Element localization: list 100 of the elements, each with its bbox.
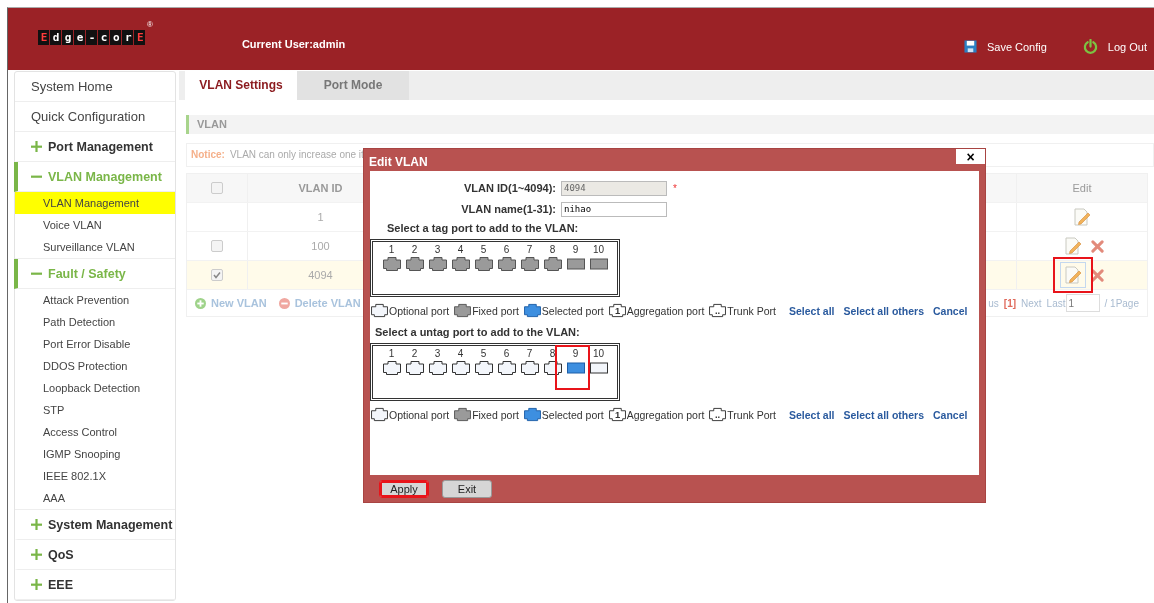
current-page: [1] (1003, 297, 1017, 309)
sidebar-group[interactable]: EEE (14, 570, 175, 600)
table-cell: 1 (317, 211, 324, 223)
input-field[interactable]: nihao (561, 201, 667, 217)
port-number: 1 (388, 348, 395, 360)
sidebar-item[interactable]: Quick Configuration (15, 102, 175, 132)
fixed-port-icon (453, 303, 473, 318)
port-number: 8 (549, 244, 556, 256)
ethernet-port-icon[interactable] (519, 360, 540, 376)
page-input[interactable]: 1 (1065, 294, 1100, 312)
legend-label: Selected port (541, 408, 604, 421)
fiber-port-icon[interactable] (588, 360, 609, 376)
sidebar-subitem[interactable]: Loopback Detection (15, 377, 175, 399)
plus-icon (31, 519, 42, 530)
sidebar-group[interactable]: System Management (14, 510, 175, 540)
legend-label: Aggregation port (626, 304, 705, 317)
selected-port-icon (522, 407, 542, 422)
ethernet-port-icon[interactable] (519, 256, 540, 272)
checkbox[interactable] (211, 182, 223, 194)
legend-label: Trunk Port (727, 408, 776, 421)
sidebar-group[interactable]: QoS (14, 540, 175, 570)
port-number: 5 (480, 348, 487, 360)
port-number: 10 (592, 244, 605, 256)
dialog-button[interactable]: Apply (379, 479, 429, 498)
dialog-title: Edit VLAN (369, 154, 428, 169)
legend-label: Fixed port (472, 408, 519, 421)
page-total: / 1Page (1104, 297, 1139, 309)
trunk-port-icon: .. (708, 303, 728, 318)
close-button[interactable]: × (956, 149, 985, 164)
ethernet-port-icon[interactable] (496, 360, 517, 376)
sidebar-subitem[interactable]: AAA (15, 487, 175, 509)
port-number: 9 (572, 244, 579, 256)
port-number: 6 (503, 348, 510, 360)
ethernet-port-icon[interactable] (542, 256, 563, 272)
notice-label: Notice: (191, 148, 225, 162)
sidebar-subitem[interactable]: DDOS Protection (15, 355, 175, 377)
port-number: 5 (480, 244, 487, 256)
selection-link[interactable]: Select all others (843, 408, 925, 421)
port-number: 3 (434, 348, 441, 360)
fiber-port-icon[interactable] (565, 360, 586, 376)
plus-icon (31, 549, 42, 560)
header-action[interactable]: Save Config (963, 39, 1047, 54)
header-action[interactable]: Log Out (1082, 39, 1147, 54)
ethernet-port-icon[interactable] (381, 360, 402, 376)
section-header: VLAN (186, 115, 1154, 134)
column-header: Edit (1016, 174, 1147, 202)
port-number: 1 (388, 244, 395, 256)
sidebar-subitem[interactable]: Attack Prevention (15, 289, 175, 311)
sidebar-subitem[interactable]: Path Detection (15, 311, 175, 333)
selection-link[interactable]: Cancel (933, 408, 968, 421)
sidebar-subitem[interactable]: Access Control (15, 421, 175, 443)
table-cell: 100 (311, 240, 330, 252)
ethernet-port-icon[interactable] (427, 256, 448, 272)
sidebar-subitem[interactable]: IEEE 802.1X (15, 465, 175, 487)
sidebar-subitem[interactable]: Surveillance VLAN (15, 236, 175, 258)
port-number: 4 (457, 244, 464, 256)
plus-circle-icon (195, 297, 206, 309)
ethernet-port-icon[interactable] (450, 360, 471, 376)
port-number: 8 (549, 348, 556, 360)
fiber-port-icon[interactable] (588, 256, 609, 272)
sidebar-subitem[interactable]: STP (15, 399, 175, 421)
tab[interactable]: Port Mode (297, 71, 409, 100)
dialog-button[interactable]: Exit (442, 479, 492, 498)
fixed-port-icon (453, 407, 473, 422)
selection-link[interactable]: Select all (788, 408, 835, 421)
sidebar-subitem[interactable]: Port Error Disable (15, 333, 175, 355)
ethernet-port-icon[interactable] (427, 360, 448, 376)
power-icon (1082, 39, 1098, 54)
field-label: VLAN name(1-31): (460, 203, 556, 215)
selection-link[interactable]: Cancel (933, 304, 968, 317)
selected-port-icon (522, 303, 542, 318)
ethernet-port-icon[interactable] (381, 256, 402, 272)
checkbox[interactable] (211, 240, 223, 252)
selection-link[interactable]: Select all (788, 304, 835, 317)
ethernet-port-icon[interactable] (473, 360, 494, 376)
legend-label: Fixed port (472, 304, 519, 317)
legend-label: Optional port (389, 304, 450, 317)
port-number: 10 (592, 348, 605, 360)
sidebar-subitem[interactable]: Voice VLAN (15, 214, 175, 236)
fiber-port-icon[interactable] (565, 256, 586, 272)
current-user-label: Current User:admin (241, 38, 346, 50)
ethernet-port-icon[interactable] (450, 256, 471, 272)
port-number: 6 (503, 244, 510, 256)
selection-link[interactable]: Select all others (843, 304, 925, 317)
sidebar-subitem[interactable]: IGMP Snooping (15, 443, 175, 465)
port-number: 9 (572, 348, 579, 360)
delete-icon[interactable] (1090, 239, 1104, 253)
ethernet-port-icon[interactable] (404, 360, 425, 376)
sidebar-item[interactable]: System Home (15, 72, 175, 102)
sidebar-subitem[interactable]: VLAN Management (15, 192, 175, 214)
delete-icon[interactable] (1090, 268, 1104, 282)
checkbox[interactable] (211, 269, 223, 281)
port-number: 3 (434, 244, 441, 256)
ethernet-port-icon[interactable] (404, 256, 425, 272)
tab[interactable]: VLAN Settings (185, 71, 297, 100)
legend-label: Aggregation port (626, 408, 705, 421)
required-mark: * (673, 182, 677, 194)
sidebar-group[interactable]: Port Management (14, 132, 175, 162)
ethernet-port-icon[interactable] (496, 256, 517, 272)
ethernet-port-icon[interactable] (473, 256, 494, 272)
